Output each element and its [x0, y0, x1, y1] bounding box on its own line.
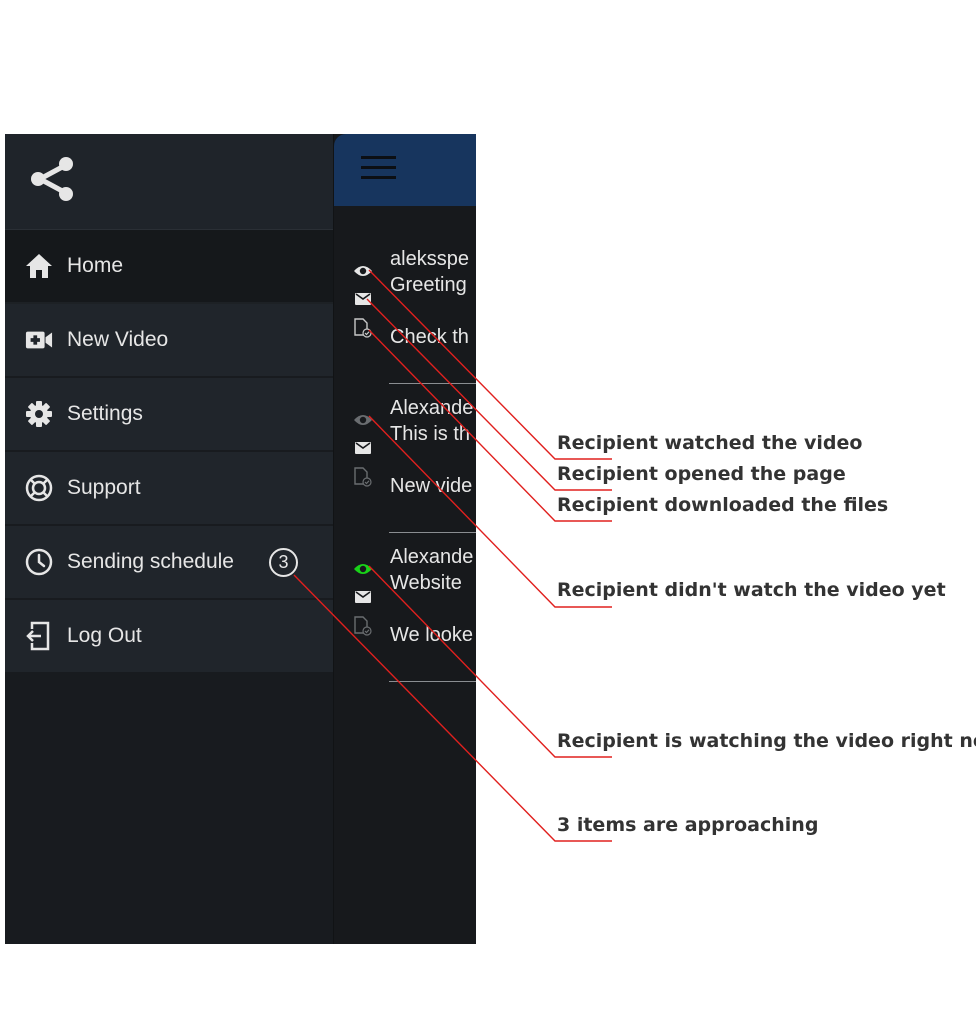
envelope-icon: [353, 588, 373, 606]
callout-opened: Recipient opened the page: [557, 463, 846, 485]
message-subject: Greeting: [390, 274, 467, 296]
nav-label-support: Support: [67, 476, 141, 499]
eye-icon: [353, 560, 373, 578]
nav-label-settings: Settings: [67, 402, 143, 425]
callout-watching-now: Recipient is watching the video right no…: [557, 730, 976, 752]
message-divider: [389, 532, 476, 533]
message-divider: [389, 383, 476, 384]
envelope-icon: [353, 290, 373, 308]
schedule-count-badge: 3: [269, 548, 298, 577]
file-download-icon: [353, 616, 373, 636]
app-screen: Home New Video Settings Support Sending …: [5, 134, 476, 944]
message-preview: New vide: [390, 475, 473, 497]
message-subject: Website: [390, 572, 462, 594]
message-divider: [389, 681, 476, 682]
nav-item-sending-schedule[interactable]: Sending schedule 3: [5, 526, 333, 600]
nav-item-new-video[interactable]: New Video: [5, 304, 333, 378]
callout-watched: Recipient watched the video: [557, 432, 863, 454]
video-camera-icon: [25, 326, 53, 354]
share-icon[interactable]: [27, 154, 77, 209]
callout-schedule: 3 items are approaching: [557, 814, 819, 836]
message-sender: aleksspe: [390, 248, 469, 270]
nav-item-support[interactable]: Support: [5, 452, 333, 526]
clock-icon: [25, 548, 53, 576]
file-download-icon: [353, 467, 373, 487]
callout-not-watched: Recipient didn't watch the video yet: [557, 579, 946, 601]
logout-icon: [25, 621, 53, 651]
message-sender: Alexande: [390, 546, 474, 568]
nav-label-log-out: Log Out: [67, 624, 142, 647]
nav-label-new-video: New Video: [67, 328, 169, 351]
drawer-header: [5, 134, 333, 230]
nav-label-sending-schedule: Sending schedule: [67, 550, 234, 573]
nav-label-home: Home: [67, 254, 124, 277]
eye-icon: [353, 411, 373, 429]
nav-item-log-out[interactable]: Log Out: [5, 600, 333, 674]
message-preview: Check th: [390, 326, 469, 348]
envelope-icon: [353, 439, 373, 457]
home-icon: [25, 252, 53, 280]
message-subject: This is th: [390, 423, 471, 445]
app-bar: [334, 134, 476, 206]
message-preview: We looke: [390, 624, 474, 646]
nav-item-home[interactable]: Home: [5, 230, 333, 304]
main-panel: aleksspe Greeting Check th Alexande This…: [333, 134, 476, 944]
callout-downloaded: Recipient downloaded the files: [557, 494, 889, 516]
gear-icon: [25, 400, 53, 428]
eye-icon: [353, 262, 373, 280]
file-download-icon: [353, 318, 373, 338]
navigation-drawer: Home New Video Settings Support Sending …: [5, 134, 333, 944]
lifebuoy-icon: [25, 474, 53, 502]
nav-item-settings[interactable]: Settings: [5, 378, 333, 452]
hamburger-icon[interactable]: [361, 154, 397, 187]
message-sender: Alexande: [390, 397, 474, 419]
